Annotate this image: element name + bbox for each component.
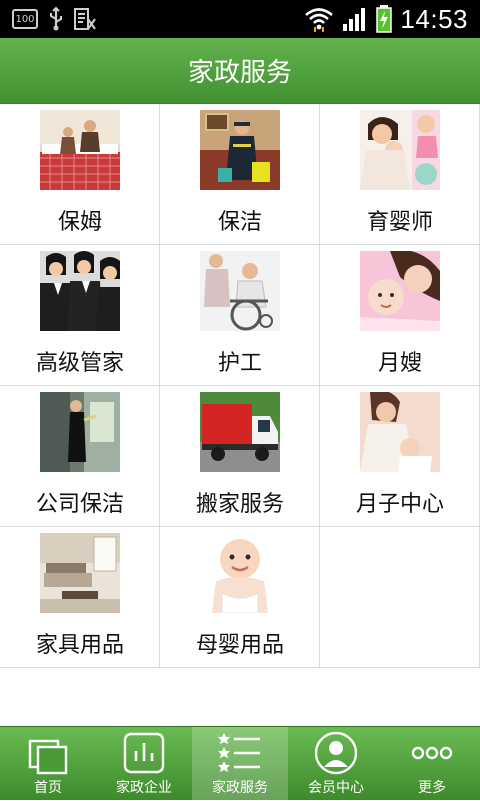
tab-companies[interactable]: 家政企业 bbox=[96, 727, 192, 801]
tab-label: 更多 bbox=[418, 780, 446, 796]
service-item-maternity-nurse[interactable]: 月嫂 bbox=[320, 245, 480, 386]
cleaning-photo bbox=[200, 110, 280, 190]
caregiver-photo bbox=[200, 251, 280, 331]
tab-label: 家政服务 bbox=[212, 780, 268, 796]
service-label: 育婴师 bbox=[366, 210, 433, 235]
service-label: 家具用品 bbox=[35, 633, 124, 658]
service-label: 高级管家 bbox=[35, 351, 124, 376]
tab-home[interactable]: 首页 bbox=[0, 727, 96, 801]
bar-chart-icon bbox=[123, 732, 165, 774]
service-label: 护工 bbox=[217, 351, 262, 376]
battery-charging-icon bbox=[376, 5, 393, 33]
service-item-nanny[interactable]: 保姆 bbox=[0, 104, 160, 245]
service-label: 月子中心 bbox=[355, 492, 444, 517]
moving-truck-photo bbox=[200, 392, 280, 472]
list-icon bbox=[218, 733, 260, 772]
tab-label: 会员中心 bbox=[308, 780, 364, 796]
status-bar: 100 14:53 bbox=[0, 0, 480, 38]
service-item-moving[interactable]: 搬家服务 bbox=[160, 386, 320, 527]
maternity-nurse-photo bbox=[360, 251, 440, 331]
app-header: 家政服务 bbox=[0, 38, 480, 104]
status-left: 100 bbox=[12, 7, 96, 31]
empty-cell bbox=[320, 527, 480, 668]
status-clock: 14:53 bbox=[400, 3, 468, 34]
service-label: 搬家服务 bbox=[195, 492, 284, 517]
service-item-office-cleaning[interactable]: 公司保洁 bbox=[0, 386, 160, 527]
usb-icon bbox=[50, 7, 62, 31]
tab-services[interactable]: 家政服务 bbox=[192, 727, 288, 801]
butler-photo bbox=[40, 251, 120, 331]
home-icon bbox=[28, 739, 68, 775]
status-right: 14:53 bbox=[304, 4, 468, 34]
wifi-icon bbox=[305, 8, 334, 32]
nanny-photo bbox=[40, 110, 120, 190]
office-cleaning-photo bbox=[40, 392, 120, 472]
tab-label: 首页 bbox=[34, 780, 62, 796]
user-icon bbox=[314, 731, 358, 775]
postpartum-center-photo bbox=[360, 392, 440, 472]
service-item-postpartum-center[interactable]: 月子中心 bbox=[320, 386, 480, 527]
childcare-photo bbox=[360, 110, 440, 190]
furniture-photo bbox=[40, 533, 120, 613]
tab-more[interactable]: 更多 bbox=[384, 727, 480, 801]
service-label: 保洁 bbox=[217, 210, 262, 235]
service-label: 公司保洁 bbox=[35, 492, 124, 517]
service-label: 母婴用品 bbox=[195, 633, 284, 658]
android-notification-icon bbox=[74, 8, 96, 30]
signal-icon bbox=[343, 8, 366, 31]
tab-label: 家政企业 bbox=[116, 780, 172, 796]
service-item-caregiver[interactable]: 护工 bbox=[160, 245, 320, 386]
baby-products-photo bbox=[200, 533, 280, 613]
service-item-furniture[interactable]: 家具用品 bbox=[0, 527, 160, 668]
service-label: 月嫂 bbox=[377, 351, 422, 376]
service-item-butler[interactable]: 高级管家 bbox=[0, 245, 160, 386]
battery-100-icon: 100 bbox=[12, 9, 38, 29]
more-icon bbox=[411, 746, 453, 760]
service-label: 保姆 bbox=[57, 210, 102, 235]
page-title: 家政服务 bbox=[187, 58, 292, 88]
service-item-childcare[interactable]: 育婴师 bbox=[320, 104, 480, 245]
bottom-tab-bar: 首页 家政企业 家政服务 会员中心 更多 bbox=[0, 726, 480, 801]
tab-member-center[interactable]: 会员中心 bbox=[288, 727, 384, 801]
service-item-baby-products[interactable]: 母婴用品 bbox=[160, 527, 320, 668]
service-item-cleaning[interactable]: 保洁 bbox=[160, 104, 320, 245]
